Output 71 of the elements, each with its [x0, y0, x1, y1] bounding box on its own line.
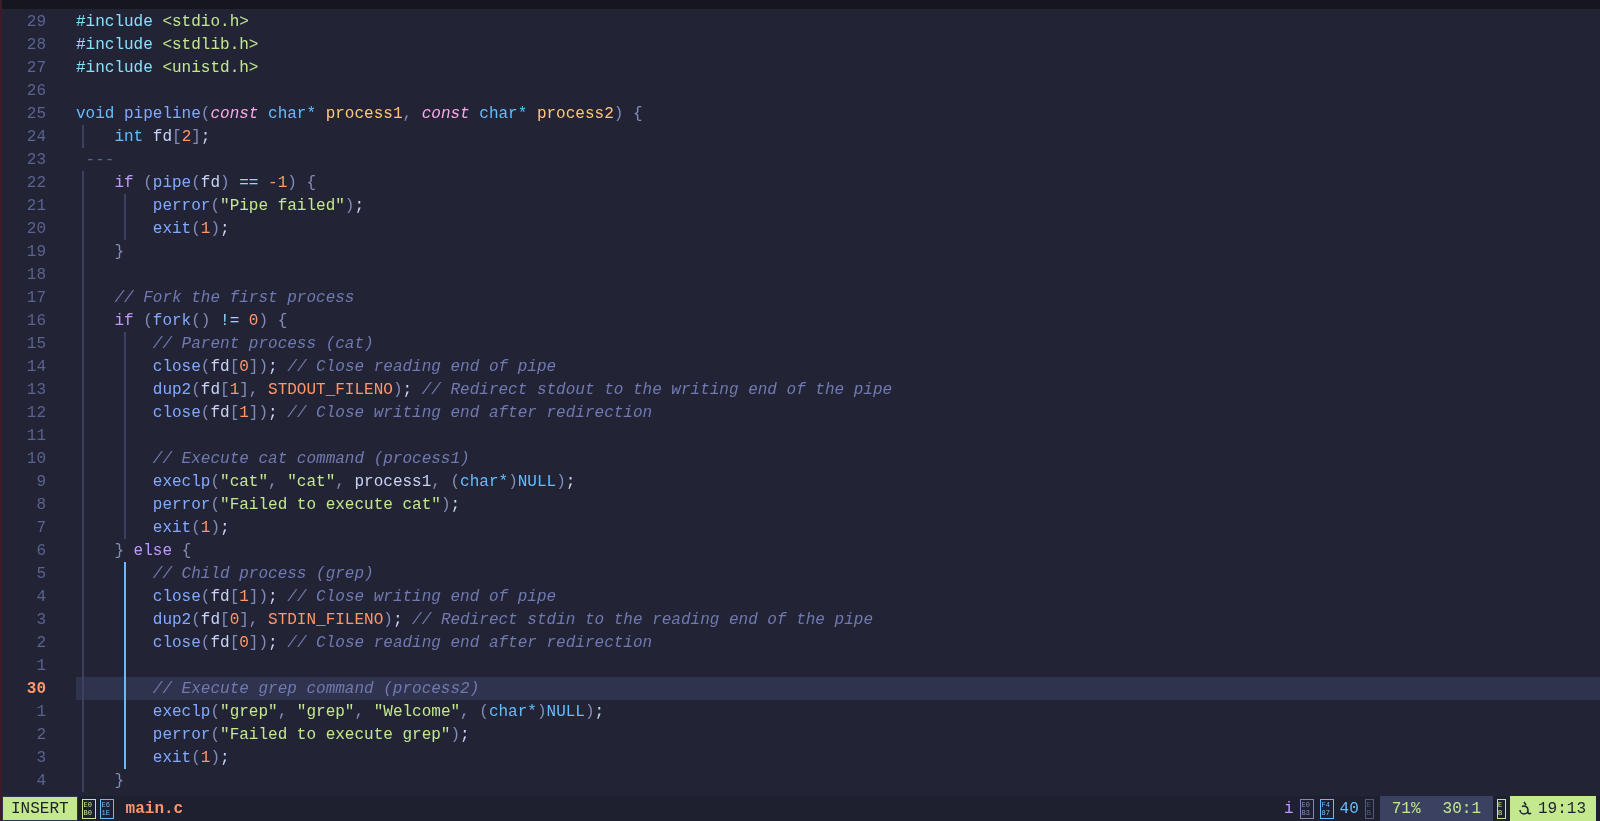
line-number: 17: [25, 287, 46, 309]
line-number: 25: [25, 103, 46, 125]
code-line: perror("Failed to execute grep");: [151, 724, 470, 746]
status-text: i: [1283, 798, 1294, 820]
line-number: 21: [25, 195, 46, 217]
line-number: 13: [25, 379, 46, 401]
code-line: // Execute cat command (process1): [151, 448, 470, 470]
file-name: main.c: [125, 798, 184, 820]
code-line: if (pipe(fd) == -1) {: [113, 172, 317, 194]
code-line: } else {: [113, 540, 192, 562]
line-number: 28: [25, 34, 46, 56]
code-line: }: [113, 770, 124, 792]
line-number: 24: [25, 126, 46, 148]
clock-time: 19:13: [1538, 798, 1586, 820]
line-number: 20: [25, 218, 46, 240]
line-number: 22: [25, 172, 46, 194]
line-number: 2: [35, 632, 46, 654]
line-number: 9: [35, 471, 46, 493]
line-number: 26: [25, 80, 46, 102]
line-number: 3: [35, 609, 46, 631]
code-line: // Fork the first process: [113, 287, 355, 309]
line-number: 8: [35, 494, 46, 516]
code-line: dup2(fd[1], STDOUT_FILENO); // Redirect stdout to the writing end of the pipe: [151, 379, 893, 401]
code-line: #include <stdio.h>: [76, 11, 249, 33]
code-line: perror("Failed to execute cat");: [151, 494, 461, 516]
mode-indicator: INSERT: [2, 796, 78, 821]
line-number: 29: [25, 11, 46, 33]
code-line: #include <stdlib.h>: [76, 34, 259, 56]
line-number: 27: [25, 57, 46, 79]
code-line: exit(1);: [151, 747, 230, 769]
line-number: 19: [25, 241, 46, 263]
line-number: 3: [35, 747, 46, 769]
code-line: close(fd[1]); // Close writing end of pipe: [151, 586, 557, 608]
line-number: 4: [35, 770, 46, 792]
line-number: 15: [25, 333, 46, 355]
line-number: 12: [25, 402, 46, 424]
cursor-position: 30:1: [1442, 798, 1481, 820]
line-number: 30: [25, 678, 46, 700]
line-number: 23: [25, 149, 46, 171]
line-number: 14: [25, 356, 46, 378]
code-line: // Parent process (cat): [151, 333, 374, 355]
line-number: 11: [25, 425, 46, 447]
code-line: dup2(fd[0], STDIN_FILENO); // Redirect stdin to the reading end of the pipe: [151, 609, 873, 631]
line-number: 6: [35, 540, 46, 562]
code-line: // Child process (grep): [151, 563, 374, 585]
code-line: // Execute grep command (process2): [151, 678, 480, 700]
code-line: close(fd[0]); // Close reading end after redirection: [151, 632, 653, 654]
line-number: 10: [25, 448, 46, 470]
line-number: 16: [25, 310, 46, 332]
line-number: 18: [25, 264, 46, 286]
code-line: exit(1);: [151, 517, 230, 539]
code-line: execlp("grep", "grep", "Welcome", (char*)NULL);: [151, 701, 605, 723]
code-line: execlp("cat", "cat", process1, (char*)NULL);: [151, 471, 576, 493]
line-number: 1: [35, 701, 46, 723]
status-text: 40: [1339, 798, 1359, 820]
code-line: close(fd[0]); // Close reading end of pipe: [151, 356, 557, 378]
line-number: 1: [35, 655, 46, 677]
code-line: #include <unistd.h>: [76, 57, 259, 79]
code-line: }: [113, 241, 124, 263]
code-line: void pipeline(const char* process1, const char* process2) {: [76, 103, 643, 125]
line-number: 7: [35, 517, 46, 539]
line-number: 2: [35, 724, 46, 746]
line-number: 5: [35, 563, 46, 585]
code-line: exit(1);: [151, 218, 230, 240]
code-line: perror("Pipe failed");: [151, 195, 365, 217]
code-line: if (fork() != 0) {: [113, 310, 288, 332]
line-number: 4: [35, 586, 46, 608]
code-line: ---: [84, 149, 115, 171]
code-line: close(fd[1]); // Close writing end after redirection: [151, 402, 653, 424]
code-line: int fd[2];: [113, 126, 211, 148]
scroll-percent: 71%: [1391, 798, 1421, 820]
